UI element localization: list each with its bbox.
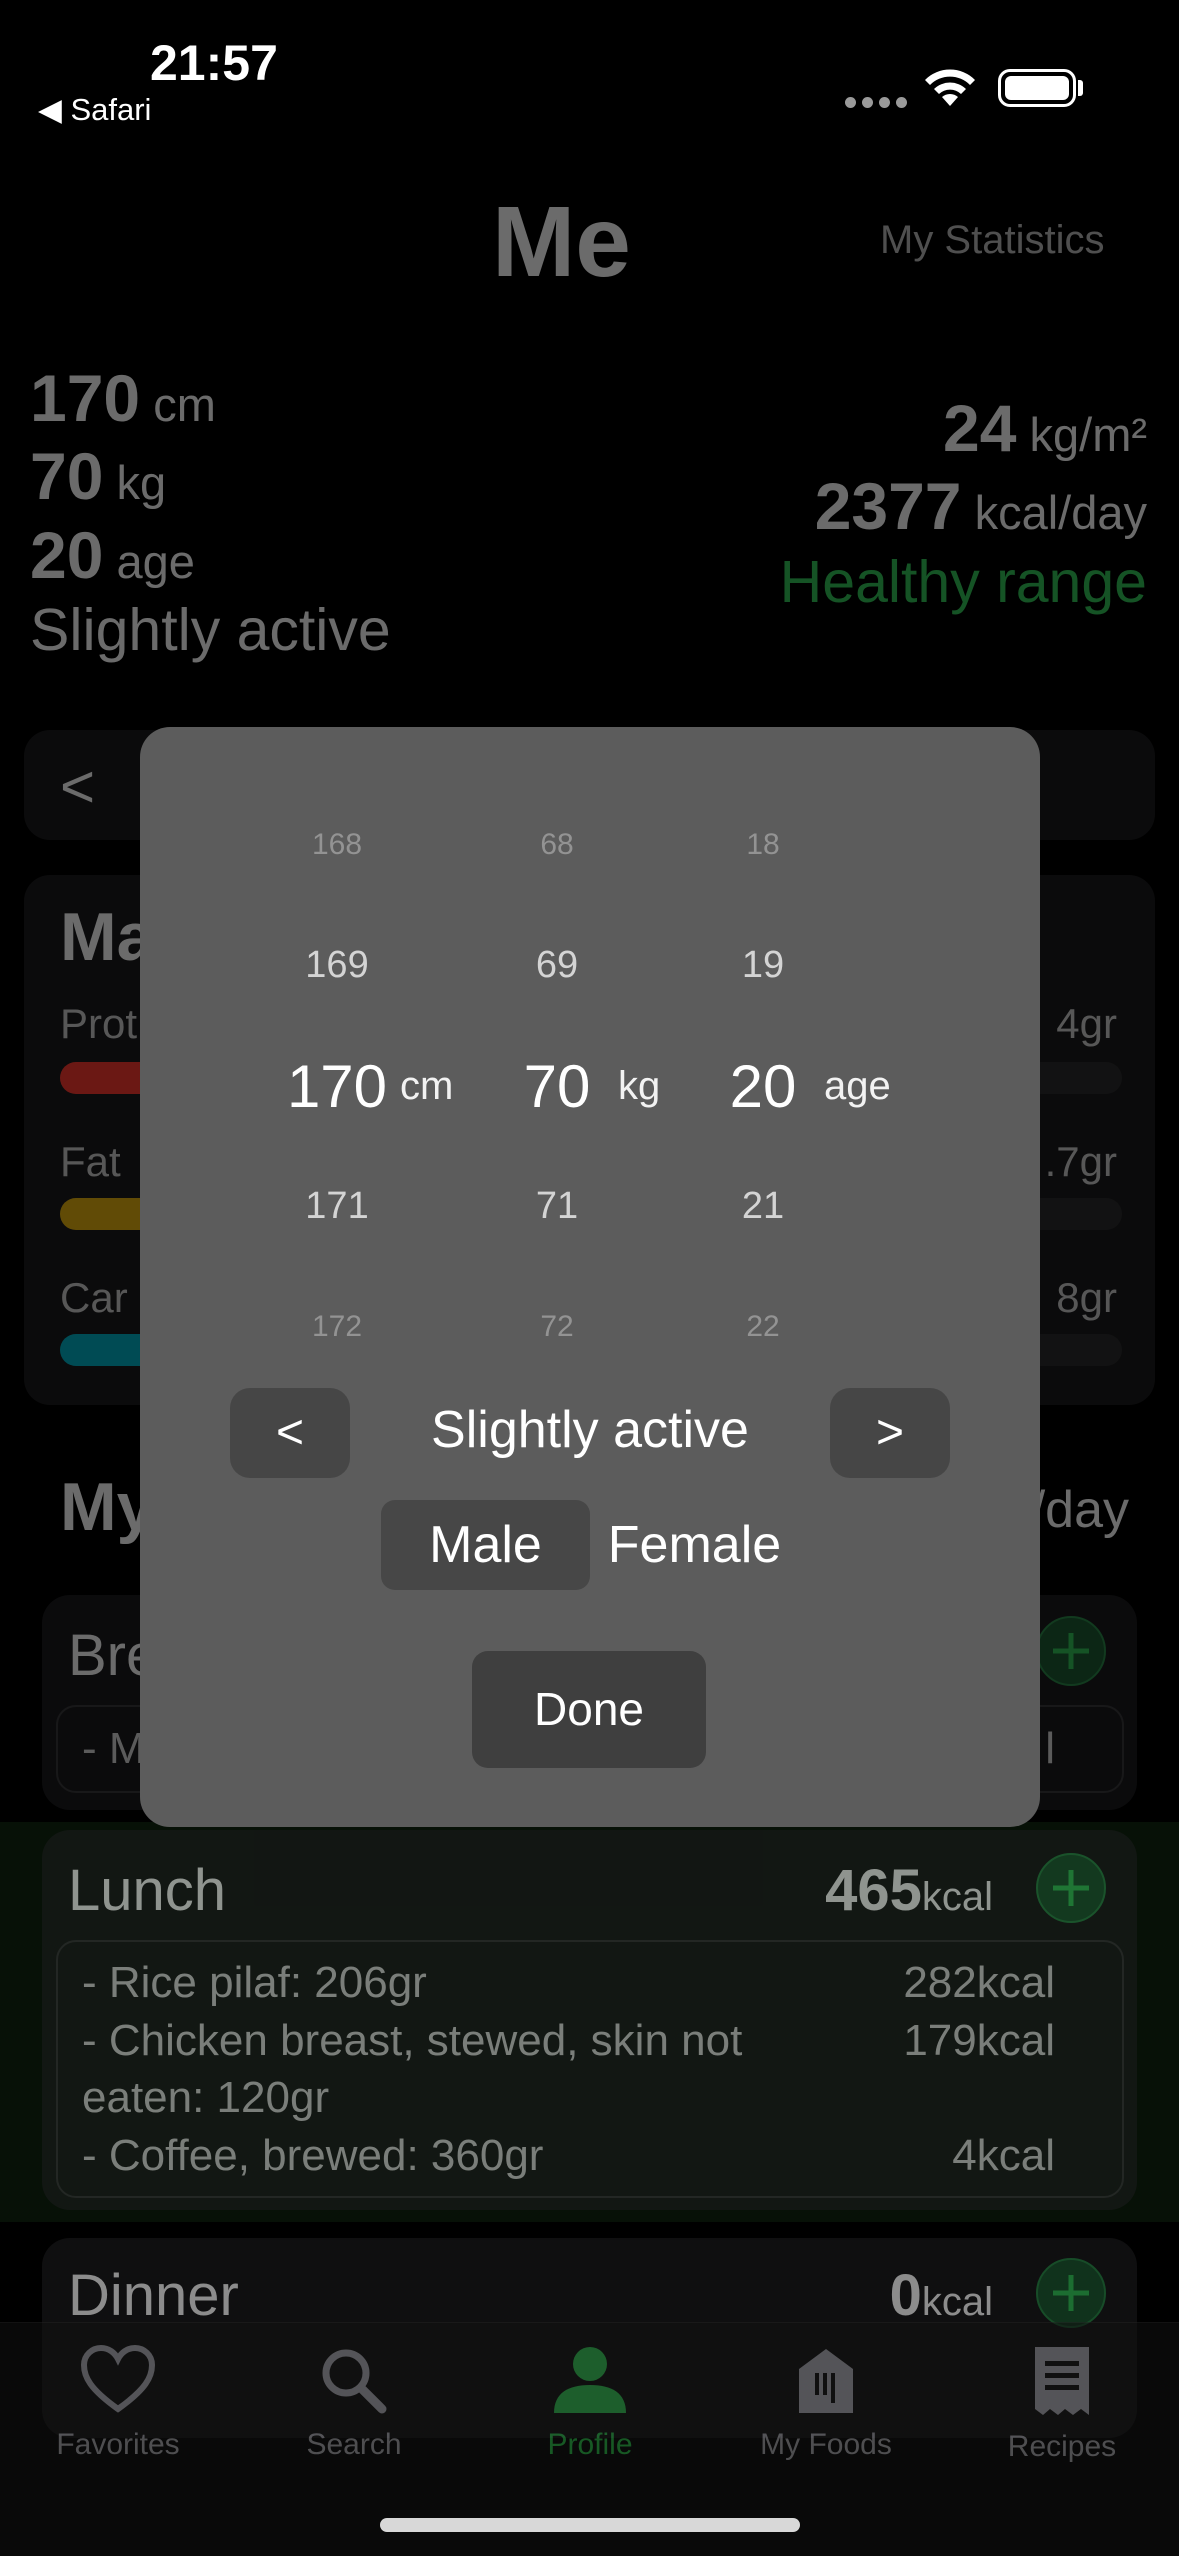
weight-option[interactable]: 71 <box>507 1185 607 1228</box>
gender-female-option[interactable]: Female <box>590 1500 799 1590</box>
height-option[interactable]: 169 <box>287 944 387 987</box>
height-option[interactable]: 168 <box>287 828 387 862</box>
weight-option[interactable]: 72 <box>507 1310 607 1344</box>
age-selected[interactable]: 20 <box>703 1052 823 1121</box>
done-button[interactable]: Done <box>472 1651 706 1768</box>
age-option[interactable]: 21 <box>713 1185 813 1228</box>
activity-next-button[interactable]: > <box>830 1388 950 1478</box>
age-option[interactable]: 19 <box>713 944 813 987</box>
activity-level-label: Slightly active <box>431 1401 749 1459</box>
age-option[interactable]: 22 <box>713 1310 813 1344</box>
activity-prev-button[interactable]: < <box>230 1388 350 1478</box>
height-selected[interactable]: 170 <box>277 1052 397 1121</box>
age-unit-label: age <box>824 1064 891 1108</box>
gender-male-option[interactable]: Male <box>381 1500 590 1590</box>
weight-option[interactable]: 68 <box>507 828 607 862</box>
age-option[interactable]: 18 <box>713 828 813 862</box>
height-option[interactable]: 171 <box>287 1185 387 1228</box>
height-option[interactable]: 172 <box>287 1310 387 1344</box>
weight-option[interactable]: 69 <box>507 944 607 987</box>
home-indicator <box>380 2518 800 2532</box>
height-unit-label: cm <box>400 1064 454 1108</box>
weight-unit-label: kg <box>618 1064 661 1108</box>
weight-selected[interactable]: 70 <box>497 1052 617 1121</box>
